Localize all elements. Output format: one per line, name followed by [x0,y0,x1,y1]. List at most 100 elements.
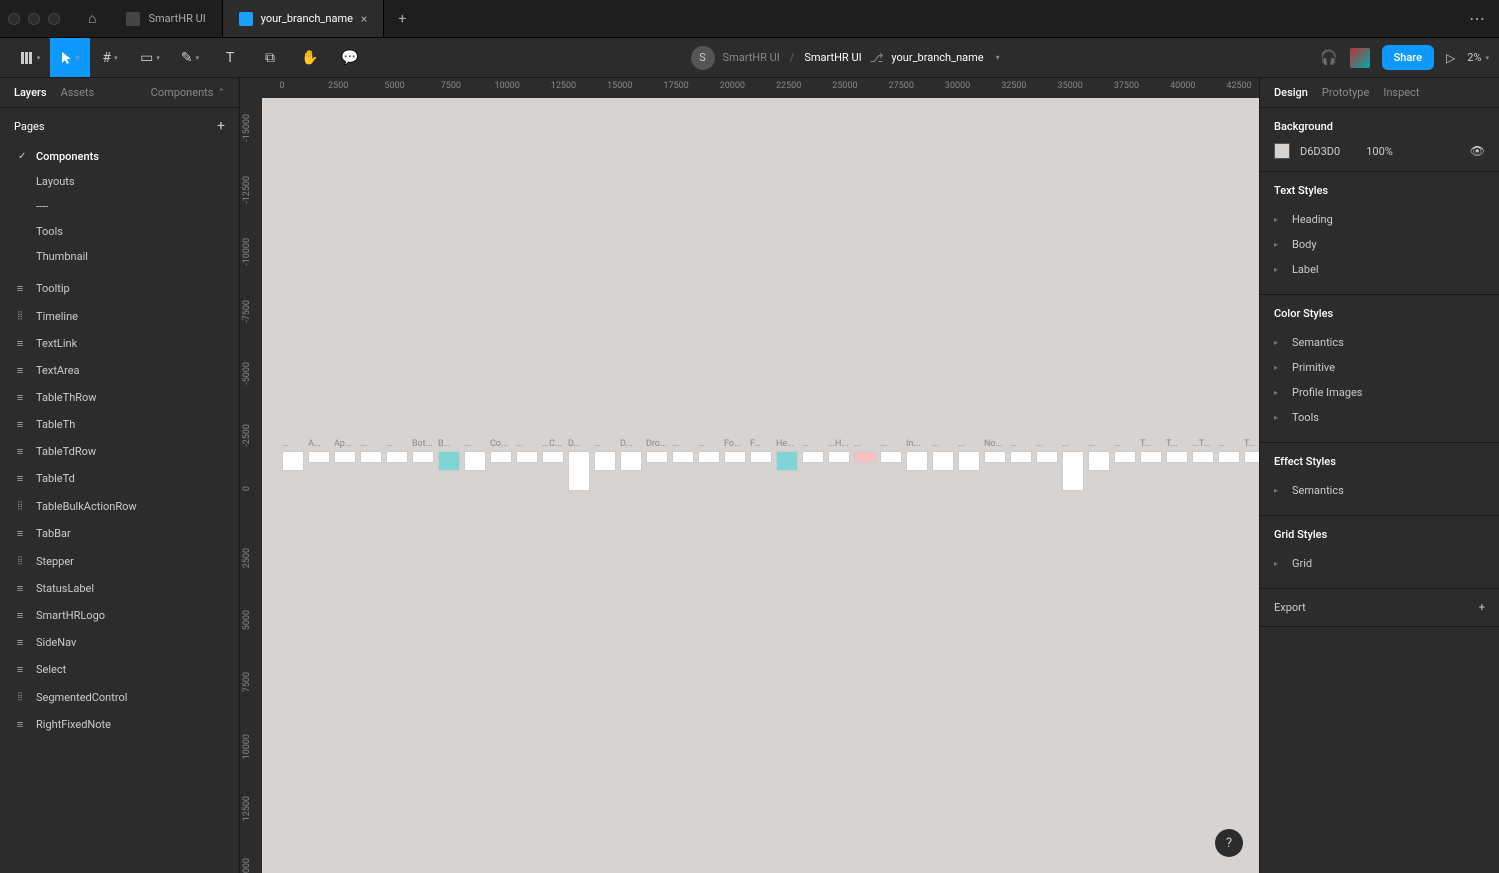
help-button[interactable]: ? [1215,829,1243,857]
page-item[interactable]: ---- [0,194,239,219]
layer-item[interactable]: ≡TextArea [0,357,239,384]
layer-item[interactable]: ⦙⦙Stepper [0,547,239,575]
frame[interactable]: D... [620,439,640,471]
frame[interactable]: ... [1088,439,1108,471]
frame[interactable]: ... [1218,439,1238,463]
frame-tool[interactable]: # [90,38,130,77]
frame[interactable]: Co... [490,439,510,463]
tab-assets[interactable]: Assets [61,86,95,99]
frame[interactable]: ...C... [542,439,562,463]
main-menu-button[interactable] [10,38,50,77]
move-tool[interactable] [50,38,90,77]
share-button[interactable]: Share [1382,45,1434,70]
frame[interactable]: In... [906,439,926,471]
layer-item[interactable]: ≡StatusLabel [0,575,239,602]
frame[interactable]: Ap... [334,439,354,463]
resources-tool[interactable]: ⧉ [250,38,290,77]
frame[interactable]: ... [802,439,822,463]
tab-smarthr-ui[interactable]: SmartHR UI [110,0,222,37]
frame[interactable]: ... [1062,439,1082,491]
frame[interactable]: ... [360,439,380,463]
page-item[interactable]: Layouts [0,169,239,194]
maximize-dot[interactable] [48,13,60,25]
layer-item[interactable]: ≡Tooltip [0,275,239,302]
layer-item[interactable]: ⦙⦙Timeline [0,302,239,330]
frame[interactable]: ... [958,439,978,471]
frame[interactable]: Fo... [724,439,744,463]
style-item[interactable]: ▸Semantics [1274,330,1485,355]
frame[interactable]: B... [438,439,458,471]
tab-branch[interactable]: your_branch_name × [223,0,385,37]
layer-item[interactable]: ≡TabBar [0,520,239,547]
frame[interactable]: ... [932,439,952,471]
style-item[interactable]: ▸Primitive [1274,355,1485,380]
add-tab-button[interactable]: + [384,0,420,37]
add-page-button[interactable]: + [217,118,225,134]
layer-item[interactable]: ≡RightFixedNote [0,711,239,738]
frame[interactable]: ... [698,439,718,463]
branch-name[interactable]: your_branch_name [891,51,983,64]
style-item[interactable]: ▸Semantics [1274,478,1485,503]
layer-item[interactable]: ≡Select [0,656,239,683]
frame[interactable]: ... [386,439,406,463]
frame[interactable]: ... [282,439,302,471]
tab-prototype[interactable]: Prototype [1322,86,1369,99]
frame[interactable]: ... [464,439,484,471]
close-icon[interactable]: × [361,12,367,26]
page-item[interactable]: Thumbnail [0,244,239,269]
frame[interactable]: T... [1140,439,1160,463]
layer-item[interactable]: ≡TableTd [0,465,239,492]
hand-tool[interactable]: ✋ [290,38,330,77]
visibility-icon[interactable]: 👁 [1470,144,1485,158]
style-item[interactable]: ▸Profile Images [1274,380,1485,405]
pen-tool[interactable]: ✎ [170,38,210,77]
layer-item[interactable]: ≡TextLink [0,330,239,357]
tab-components[interactable]: Components [151,86,225,99]
frame[interactable]: Bot... [412,439,432,463]
project-name[interactable]: SmartHR UI [723,51,780,64]
frame[interactable]: ... [1036,439,1056,463]
layer-item[interactable]: ≡SmartHRLogo [0,602,239,629]
frame[interactable]: T... [1244,439,1259,463]
frame[interactable]: He... [776,439,796,471]
layer-item[interactable]: ≡TableThRow [0,384,239,411]
frame[interactable]: ... [880,439,900,463]
zoom-menu[interactable]: 2% [1467,51,1489,64]
user-avatar[interactable] [1350,48,1370,68]
canvas-content[interactable]: ...A...Ap.........Bot...B......Co.......… [262,98,1259,873]
frame[interactable]: ... [854,439,874,463]
overflow-menu-icon[interactable]: ⋯ [1463,9,1491,28]
tab-layers[interactable]: Layers [14,86,47,99]
comment-tool[interactable]: 💬 [330,38,370,77]
frame[interactable]: ...T... [1192,439,1212,463]
canvas[interactable]: 0250050007500100001250015000175002000022… [240,78,1259,873]
frame[interactable]: T... [1166,439,1186,463]
layer-item[interactable]: ≡TableTdRow [0,438,239,465]
style-item[interactable]: ▸Body [1274,232,1485,257]
frame[interactable]: D... [568,439,588,491]
page-item[interactable]: Tools [0,219,239,244]
frame[interactable]: ... [1010,439,1030,463]
audio-icon[interactable]: 🎧 [1320,50,1337,66]
frame[interactable]: Dro... [646,439,666,463]
layer-item[interactable]: ≡TableTh [0,411,239,438]
layer-item[interactable]: ⦙⦙SegmentedControl [0,683,239,711]
style-item[interactable]: ▸Tools [1274,405,1485,430]
text-tool[interactable]: T [210,38,250,77]
frame[interactable]: ...H... [828,439,848,463]
frame[interactable]: F... [750,439,770,463]
frame[interactable]: ... [516,439,536,463]
frame[interactable]: ... [672,439,692,463]
file-name[interactable]: SmartHR UI [804,51,861,64]
home-icon[interactable]: ⌂ [88,10,96,27]
close-dot[interactable] [8,13,20,25]
style-item[interactable]: ▸Grid [1274,551,1485,576]
minimize-dot[interactable] [28,13,40,25]
style-item[interactable]: ▸Label [1274,257,1485,282]
color-hex[interactable]: D6D3D0 [1300,145,1340,158]
frame[interactable]: ... [1114,439,1134,463]
team-avatar[interactable]: S [691,46,715,70]
tab-design[interactable]: Design [1274,86,1308,99]
color-opacity[interactable]: 100% [1366,145,1393,158]
chevron-down-icon[interactable]: ▾ [996,53,1000,62]
